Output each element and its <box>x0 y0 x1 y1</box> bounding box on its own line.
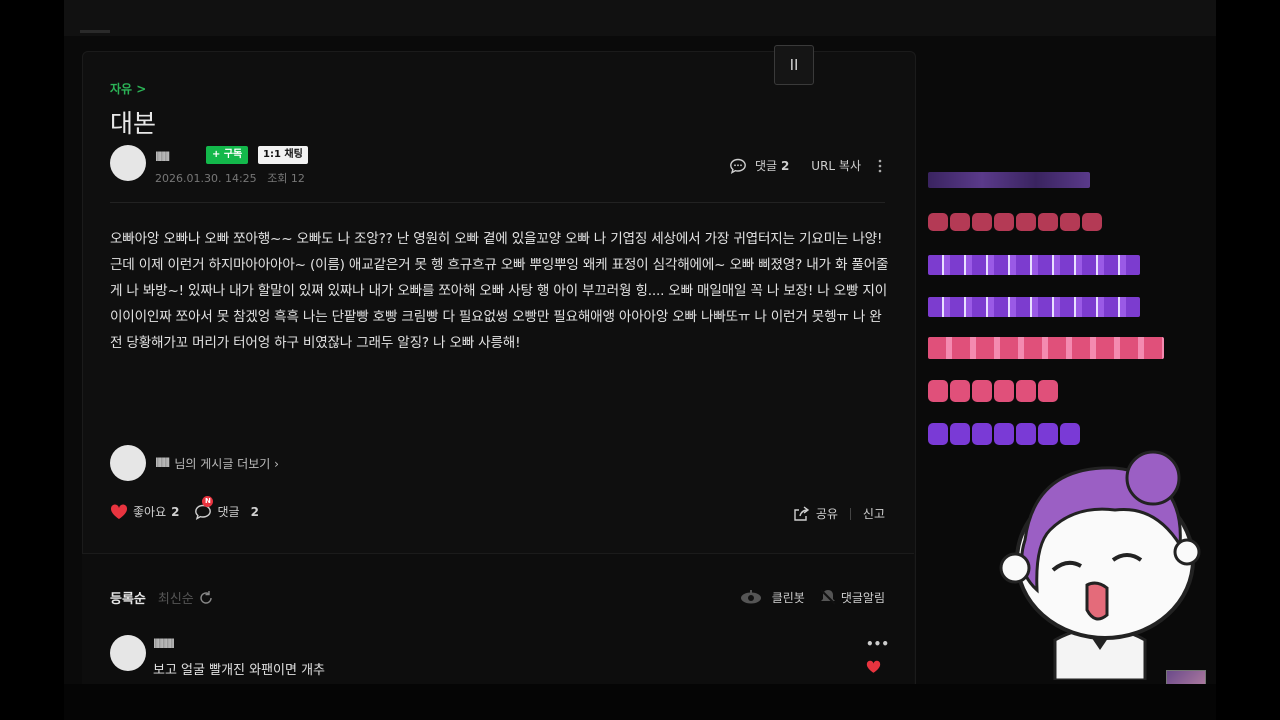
emote <box>950 380 970 402</box>
author-name[interactable]: llllllllll <box>155 150 170 164</box>
separator <box>849 507 851 520</box>
more-vertical-icon[interactable] <box>875 158 885 174</box>
emote <box>994 423 1014 445</box>
emote-row-violet <box>928 255 1140 275</box>
comment-link[interactable]: 댓글 2 <box>755 157 789 174</box>
top-bar <box>64 0 1216 36</box>
cleanbot-button[interactable]: 클린봇 <box>772 589 805 606</box>
comment-author[interactable]: lllllllllllllll <box>153 637 175 651</box>
emote <box>1060 423 1080 445</box>
subscribe-button[interactable]: + 구독 <box>206 146 249 164</box>
emote <box>950 213 970 231</box>
sort-by-registered[interactable]: 등록순 <box>110 588 146 607</box>
more-posts-label: 님의 게시글 더보기 › <box>174 456 279 471</box>
more-author-name: llllllllll <box>155 456 170 470</box>
emote <box>994 213 1014 231</box>
emote <box>950 423 970 445</box>
author-avatar-small <box>110 445 146 481</box>
report-button[interactable]: 신고 <box>863 505 885 522</box>
top-bar-tick <box>80 30 110 33</box>
emote <box>1016 213 1036 231</box>
author-avatar[interactable] <box>110 145 146 181</box>
emote-strip <box>928 172 1090 188</box>
post-title: 대본 <box>110 109 157 138</box>
comment-notify-button[interactable]: 댓글알림 <box>841 589 885 606</box>
like-button[interactable]: 좋아요 2 <box>110 503 179 520</box>
emote <box>1038 423 1058 445</box>
sort-by-latest[interactable]: 최신순 <box>158 588 194 607</box>
emote <box>1038 213 1058 231</box>
emote <box>928 380 948 402</box>
share-report-bar: 공유 신고 <box>792 505 885 522</box>
emote <box>972 423 992 445</box>
emote <box>1016 380 1036 402</box>
emote-row-party <box>928 380 1058 402</box>
post-meta: 2026.01.30. 14:25 조회 12 <box>155 170 305 186</box>
emote <box>1060 213 1080 231</box>
pause-button[interactable]: II <box>774 45 814 85</box>
bell-off-icon <box>820 589 836 605</box>
bottom-bar <box>64 684 1216 720</box>
post-top-actions: 댓글 2 URL 복사 <box>729 157 885 174</box>
reaction-bar: 좋아요 2 N 댓글 2 <box>110 496 259 520</box>
url-copy-button[interactable]: URL 복사 <box>811 157 861 174</box>
heart-icon <box>110 503 128 519</box>
emote-strip <box>928 337 1164 359</box>
comment-sort: 등록순 최신순 <box>110 588 214 607</box>
share-icon <box>794 505 809 521</box>
post-body: 오빠아앙 오빠나 오빠 쪼아행~~ 오빠도 나 조앙?? 난 영원히 오빠 곁에… <box>110 231 889 351</box>
emote <box>928 213 948 231</box>
commenter-avatar[interactable] <box>110 635 146 671</box>
comment-count-button[interactable]: N 댓글 2 <box>194 496 259 520</box>
emote-row-red <box>928 213 1102 231</box>
emote-row-pink <box>928 337 1164 359</box>
post-views: 조회 12 <box>267 172 305 185</box>
pause-icon: II <box>789 56 799 74</box>
emote <box>928 423 948 445</box>
share-button[interactable]: 공유 <box>816 505 838 522</box>
emote <box>972 213 992 231</box>
emote-row-purple-dark <box>928 172 1090 188</box>
emote-strip <box>928 255 1140 275</box>
emote-row-blob <box>928 423 1080 445</box>
emote <box>1082 213 1102 231</box>
comment-bubble-icon <box>730 158 746 174</box>
emote-strip <box>928 297 1140 317</box>
streamer-mascot <box>999 450 1201 680</box>
post-date: 2026.01.30. 14:25 <box>155 172 257 185</box>
comment-more-icon[interactable]: ••• <box>866 637 889 651</box>
comment-tools: 클린봇 댓글알림 <box>740 588 885 606</box>
emote <box>994 380 1014 402</box>
header-divider <box>110 202 885 203</box>
emote-row-violet <box>928 297 1140 317</box>
author-more-posts[interactable]: llllllllll 님의 게시글 더보기 › <box>110 445 279 481</box>
comment-heart-icon[interactable] <box>866 660 881 674</box>
emote <box>1016 423 1036 445</box>
breadcrumb-category[interactable]: 자유 > <box>110 80 146 97</box>
emote <box>1038 380 1058 402</box>
chat-button[interactable]: 1:1 채팅 <box>258 146 308 164</box>
emote <box>972 380 992 402</box>
refresh-icon[interactable] <box>198 590 214 606</box>
cleanbot-icon <box>740 590 761 604</box>
comment-text: 보고 얼굴 빨개진 와팬이면 개추 <box>153 663 326 678</box>
